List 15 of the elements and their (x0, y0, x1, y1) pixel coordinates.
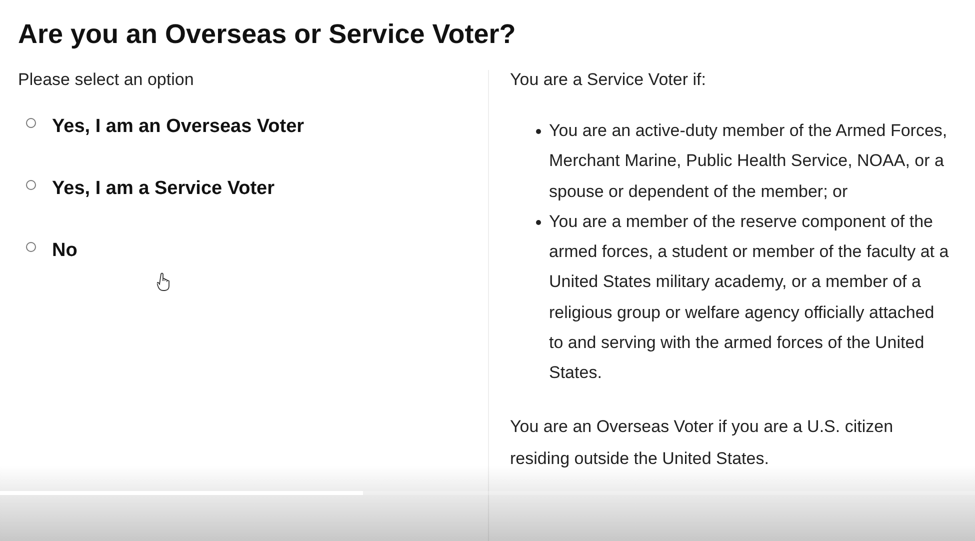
option-label[interactable]: No (52, 240, 78, 262)
criterion-text: You are an active-duty member of the Armed Forces, Merchant Marine, Public Health Service, NOAA, or a spouse or dependent of the member; or (549, 120, 948, 203)
prompt-text: Please select an option (18, 70, 195, 90)
section-heading: You are a Service Voter if: (510, 70, 707, 90)
option-label[interactable]: Yes, I am a Service Voter (52, 178, 275, 200)
radio-button[interactable] (26, 242, 36, 252)
info-paragraph: You are an Overseas Voter if you are a U.S. citizen residing outside the United States. (510, 416, 894, 470)
bullet-icon (536, 129, 541, 134)
option-label[interactable]: Yes, I am an Overseas Voter (52, 116, 304, 138)
hand-cursor-icon (157, 272, 171, 292)
radio-button[interactable] (26, 180, 36, 190)
page-title: Are you an Overseas or Service Voter? (17, 18, 517, 51)
radio-button[interactable] (26, 118, 36, 128)
criterion-text: You are a member of the reserve component of the armed forces, a student or member of the faculty at a United States military academy, or a member of a religious group or welfare agency officially attached to and serving with the armed forces of the United States. (549, 210, 949, 384)
bullet-icon (536, 220, 541, 225)
